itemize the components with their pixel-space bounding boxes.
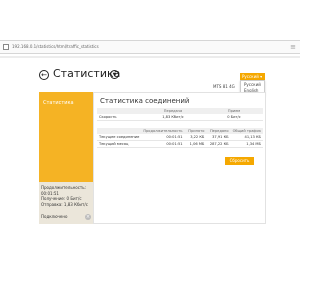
back-arrow-icon[interactable]: ← (39, 70, 49, 80)
connection-row: Подключено × (39, 214, 95, 220)
table-cell: 287,22 КБ (206, 140, 231, 148)
table-cell: Скорость (97, 114, 141, 121)
table-header-cell: Передано (206, 128, 231, 134)
table-cell: 0 Бит/с (205, 114, 263, 121)
table-header-cell: Продолжительность (141, 128, 185, 134)
sidebar-title: Статистика (43, 100, 74, 106)
usage-table: Продолжительность Принято Передано Общий… (97, 128, 263, 148)
menu-icon[interactable]: ≡ (290, 43, 296, 51)
language-select[interactable]: Русский ▾ (240, 73, 265, 80)
duration-label: Продолжительность: (41, 185, 86, 190)
table-cell: 1,34 МБ (230, 140, 263, 148)
table-cell: 1,06 МБ (184, 140, 207, 148)
table-cell: 1,83 Кбит/с (141, 114, 205, 121)
disconnect-icon[interactable]: × (85, 214, 91, 220)
section-title: Статистика соединений (100, 97, 190, 105)
table-row: Скорость 1,83 Кбит/с 0 Бит/с (97, 114, 263, 121)
table-cell: 00:01:51 (141, 140, 185, 148)
table-header-cell: Общий трафик (230, 128, 263, 134)
reset-button[interactable]: Сбросить (225, 157, 254, 165)
send-rate: Отправка: 1,83 Кбит/с (41, 201, 88, 207)
device-name: MTS 81 4G (213, 84, 235, 89)
table-cell: Текущий месяц (97, 140, 142, 148)
page-icon (3, 44, 9, 50)
browser-address-bar[interactable]: 192.168.0.1/statistics/html/traffic_stat… (0, 40, 300, 54)
table-row: Текущий месяц 00:01:51 1,06 МБ 287,22 КБ… (97, 140, 263, 148)
url-text[interactable]: 192.168.0.1/statistics/html/traffic_stat… (12, 43, 99, 51)
speed-table: Передача Прием Скорость 1,83 Кбит/с 0 Би… (97, 108, 263, 121)
table-header-cell: Принято (184, 128, 207, 134)
connection-status: Подключено (41, 214, 68, 219)
chevron-down-icon[interactable]: ▼ (110, 70, 119, 79)
sidebar-stats: Продолжительность: 00:01:51 Получение: 0… (39, 182, 93, 224)
browser-toolbar-strip (0, 56, 300, 58)
